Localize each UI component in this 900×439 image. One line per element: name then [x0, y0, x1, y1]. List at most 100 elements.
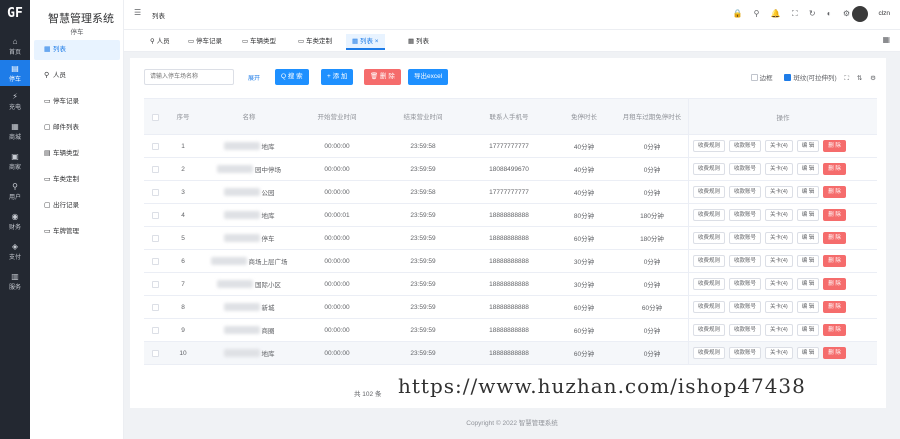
user-name[interactable]: clzn [878, 10, 890, 17]
fee-rules-button[interactable]: 收费规则 [693, 347, 726, 359]
sidebar-item-parking-records[interactable]: ▭ 停车记录 [34, 92, 120, 112]
gates-button[interactable]: 关卡(4) [765, 255, 793, 267]
tab-personnel[interactable]: ⚲ 人员 [144, 34, 176, 50]
sidebar-item-plate-mgmt[interactable]: ▭ 车牌管理 [34, 222, 120, 242]
fee-rules-button[interactable]: 收费规则 [693, 278, 726, 290]
payment-account-button[interactable]: 收款账号 [729, 140, 762, 152]
fee-rules-button[interactable]: 收费规则 [693, 209, 726, 221]
search-input[interactable] [144, 69, 234, 85]
fullscreen-icon[interactable]: ⛶ [792, 9, 798, 19]
row-delete-button[interactable]: 删 除 [823, 347, 846, 359]
row-delete-button[interactable]: 删 除 [823, 232, 846, 244]
fee-rules-button[interactable]: 收费规则 [693, 163, 726, 175]
tabs-menu-icon[interactable]: ▦ [882, 35, 890, 44]
row-select[interactable] [144, 204, 166, 226]
row-select[interactable] [144, 273, 166, 295]
table-row[interactable]: 4 地库 00:00:01 23:59:59 18888888888 80分钟 180分钟 … [144, 204, 877, 227]
row-checkbox[interactable] [151, 280, 159, 288]
row-delete-button[interactable]: 删 除 [823, 301, 846, 313]
gates-button[interactable]: 关卡(4) [765, 163, 793, 175]
rail-item-service[interactable]: ▥ 服务 [0, 268, 30, 294]
row-checkbox[interactable] [151, 188, 159, 196]
row-select[interactable] [144, 296, 166, 318]
table-row[interactable]: 6 商场上层广场 00:00:00 23:59:59 18888888888 30分钟 0分… [144, 250, 877, 273]
avatar[interactable] [852, 6, 868, 22]
edit-button[interactable]: 编 辑 [796, 255, 820, 267]
table-row[interactable]: 1 地库 00:00:00 23:59:58 17777777777 40分钟 0分钟 收费… [144, 135, 877, 158]
close-icon[interactable]: × [375, 38, 379, 45]
theme-icon[interactable]: ◐ [827, 9, 832, 18]
rail-item-merchant[interactable]: ▣ 商家 [0, 148, 30, 174]
payment-account-button[interactable]: 收款账号 [729, 255, 762, 267]
edit-button[interactable]: 编 辑 [796, 347, 820, 359]
payment-account-button[interactable]: 收款账号 [729, 186, 762, 198]
rail-item-payment[interactable]: ◈ 支付 [0, 238, 30, 264]
tab-parking-records[interactable]: ▭ 停车记录 [182, 34, 228, 50]
rail-item-charging[interactable]: ⚡ 充电 [0, 88, 30, 114]
menu-fold-icon[interactable]: ☰ [134, 8, 141, 17]
table-row[interactable]: 3 公园 00:00:00 23:59:58 17777777777 40分钟 0分钟 收费… [144, 181, 877, 204]
edit-button[interactable]: 编 辑 [796, 301, 820, 313]
table-row[interactable]: 5 停车 00:00:00 23:59:59 18888888888 60分钟 180分钟 … [144, 227, 877, 250]
header-select[interactable] [144, 99, 166, 135]
row-delete-button[interactable]: 删 除 [823, 209, 846, 221]
row-checkbox[interactable] [151, 326, 159, 334]
stripe-checkbox[interactable] [784, 74, 792, 81]
gates-button[interactable]: 关卡(4) [765, 347, 793, 359]
fee-rules-button[interactable]: 收费规则 [693, 232, 726, 244]
fullscreen-icon[interactable]: ⛶ [845, 75, 850, 82]
fee-rules-button[interactable]: 收费规则 [693, 324, 726, 336]
sidebar-item-trip-records[interactable]: ▢ 出行记录 [34, 196, 120, 216]
rail-item-home[interactable]: ⌂ 首页 [0, 33, 30, 59]
lock-icon[interactable]: 🔒 [732, 9, 742, 18]
edit-button[interactable]: 编 辑 [796, 209, 820, 221]
payment-account-button[interactable]: 收款账号 [729, 232, 762, 244]
table-row[interactable]: 2 园中停场 00:00:00 23:59:59 18088499670 40分钟 0分钟 … [144, 158, 877, 181]
row-checkbox[interactable] [151, 142, 159, 150]
row-checkbox[interactable] [151, 211, 159, 219]
gates-button[interactable]: 关卡(4) [765, 140, 793, 152]
payment-account-button[interactable]: 收款账号 [729, 278, 762, 290]
edit-button[interactable]: 编 辑 [796, 140, 820, 152]
gates-button[interactable]: 关卡(4) [765, 209, 793, 221]
row-delete-button[interactable]: 删 除 [823, 255, 846, 267]
density-icon[interactable]: ⇅ [857, 75, 862, 82]
edit-button[interactable]: 编 辑 [796, 186, 820, 198]
edit-button[interactable]: 编 辑 [796, 232, 820, 244]
rail-item-mall[interactable]: ▦ 商城 [0, 118, 30, 144]
row-select[interactable] [144, 227, 166, 249]
row-select[interactable] [144, 181, 166, 203]
rail-item-parking[interactable]: ▤ 停车 [0, 60, 30, 86]
rail-item-users[interactable]: ⚲ 用户 [0, 178, 30, 204]
gates-button[interactable]: 关卡(4) [765, 278, 793, 290]
tab-list[interactable]: ▦ 列表 [402, 34, 435, 50]
table-row[interactable]: 7 国际小区 00:00:00 23:59:59 18888888888 30分钟 0分钟 … [144, 273, 877, 296]
settings-icon[interactable]: ⚙ [843, 9, 850, 18]
sidebar-item-mail-list[interactable]: ▢ 邮件列表 [34, 118, 120, 138]
payment-account-button[interactable]: 收款账号 [729, 324, 762, 336]
edit-button[interactable]: 编 辑 [796, 278, 820, 290]
row-checkbox[interactable] [151, 303, 159, 311]
table-row[interactable]: 9 商圈 00:00:00 23:59:59 18888888888 60分钟 0分钟 收费… [144, 319, 877, 342]
export-excel-button[interactable]: 导出excel [408, 69, 449, 85]
row-checkbox[interactable] [151, 234, 159, 242]
gates-button[interactable]: 关卡(4) [765, 232, 793, 244]
tab-vehicle-types[interactable]: ▭ 车辆类型 [236, 34, 282, 50]
tab-vehicle-custom[interactable]: ▭ 车类定制 [292, 34, 338, 50]
row-checkbox[interactable] [151, 257, 159, 265]
row-select[interactable] [144, 319, 166, 341]
bell-icon[interactable]: 🔔 [771, 9, 781, 18]
gates-button[interactable]: 关卡(4) [765, 186, 793, 198]
delete-button[interactable]: 🗑 删 除 [364, 69, 401, 85]
fee-rules-button[interactable]: 收费规则 [693, 301, 726, 313]
refresh-icon[interactable]: ↻ [809, 9, 816, 18]
row-delete-button[interactable]: 删 除 [823, 163, 846, 175]
sidebar-item-list[interactable]: ▦ 列表 [34, 40, 120, 60]
row-delete-button[interactable]: 删 除 [823, 140, 846, 152]
select-all-checkbox[interactable] [151, 113, 159, 121]
row-delete-button[interactable]: 删 除 [823, 278, 846, 290]
gates-button[interactable]: 关卡(4) [765, 324, 793, 336]
search-icon[interactable]: ⚲ [754, 9, 760, 18]
expand-link[interactable]: 展开 [248, 73, 260, 82]
sidebar-item-vehicle-custom[interactable]: ▭ 车类定制 [34, 170, 120, 190]
